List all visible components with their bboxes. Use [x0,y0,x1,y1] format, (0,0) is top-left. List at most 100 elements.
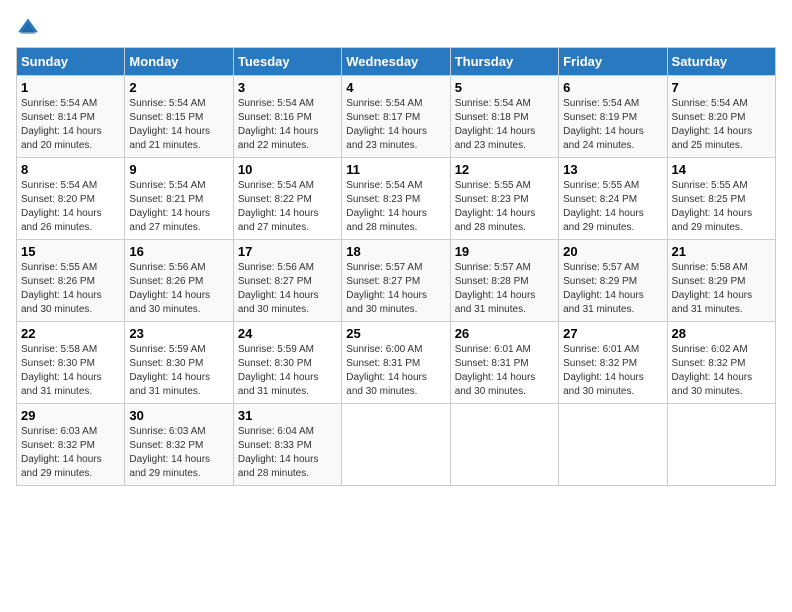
day-detail: Sunrise: 5:54 AMSunset: 8:20 PMDaylight:… [21,179,120,235]
day-cell: 21 Sunrise: 5:58 AMSunset: 8:29 PMDaylig… [667,240,775,322]
week-row-1: 1 Sunrise: 5:54 AMSunset: 8:14 PMDayligh… [17,76,776,158]
day-cell: 17 Sunrise: 5:56 AMSunset: 8:27 PMDaylig… [233,240,341,322]
day-detail: Sunrise: 5:54 AMSunset: 8:14 PMDaylight:… [21,97,120,153]
week-row-4: 22 Sunrise: 5:58 AMSunset: 8:30 PMDaylig… [17,322,776,404]
day-detail: Sunrise: 5:54 AMSunset: 8:21 PMDaylight:… [129,179,228,235]
day-cell: 1 Sunrise: 5:54 AMSunset: 8:14 PMDayligh… [17,76,125,158]
day-cell: 27 Sunrise: 6:01 AMSunset: 8:32 PMDaylig… [559,322,667,404]
day-detail: Sunrise: 6:03 AMSunset: 8:32 PMDaylight:… [21,425,120,481]
day-detail: Sunrise: 5:54 AMSunset: 8:18 PMDaylight:… [455,97,554,153]
day-number: 2 [129,80,228,95]
day-cell: 14 Sunrise: 5:55 AMSunset: 8:25 PMDaylig… [667,158,775,240]
day-detail: Sunrise: 5:57 AMSunset: 8:27 PMDaylight:… [346,261,445,317]
day-cell [342,404,450,486]
day-number: 25 [346,326,445,341]
day-detail: Sunrise: 5:55 AMSunset: 8:24 PMDaylight:… [563,179,662,235]
day-header-monday: Monday [125,48,233,76]
day-cell: 13 Sunrise: 5:55 AMSunset: 8:24 PMDaylig… [559,158,667,240]
day-detail: Sunrise: 5:54 AMSunset: 8:17 PMDaylight:… [346,97,445,153]
day-number: 29 [21,408,120,423]
day-header-tuesday: Tuesday [233,48,341,76]
day-cell: 19 Sunrise: 5:57 AMSunset: 8:28 PMDaylig… [450,240,558,322]
day-cell: 7 Sunrise: 5:54 AMSunset: 8:20 PMDayligh… [667,76,775,158]
day-cell: 10 Sunrise: 5:54 AMSunset: 8:22 PMDaylig… [233,158,341,240]
day-number: 27 [563,326,662,341]
day-cell: 22 Sunrise: 5:58 AMSunset: 8:30 PMDaylig… [17,322,125,404]
day-detail: Sunrise: 5:55 AMSunset: 8:23 PMDaylight:… [455,179,554,235]
day-detail: Sunrise: 6:01 AMSunset: 8:31 PMDaylight:… [455,343,554,399]
day-detail: Sunrise: 5:54 AMSunset: 8:15 PMDaylight:… [129,97,228,153]
day-cell: 12 Sunrise: 5:55 AMSunset: 8:23 PMDaylig… [450,158,558,240]
day-number: 3 [238,80,337,95]
day-number: 13 [563,162,662,177]
day-cell: 8 Sunrise: 5:54 AMSunset: 8:20 PMDayligh… [17,158,125,240]
day-detail: Sunrise: 5:57 AMSunset: 8:28 PMDaylight:… [455,261,554,317]
day-cell: 15 Sunrise: 5:55 AMSunset: 8:26 PMDaylig… [17,240,125,322]
day-cell [559,404,667,486]
day-detail: Sunrise: 5:58 AMSunset: 8:30 PMDaylight:… [21,343,120,399]
day-header-saturday: Saturday [667,48,775,76]
day-cell: 23 Sunrise: 5:59 AMSunset: 8:30 PMDaylig… [125,322,233,404]
day-detail: Sunrise: 5:54 AMSunset: 8:20 PMDaylight:… [672,97,771,153]
day-number: 7 [672,80,771,95]
day-number: 1 [21,80,120,95]
day-cell: 4 Sunrise: 5:54 AMSunset: 8:17 PMDayligh… [342,76,450,158]
day-detail: Sunrise: 5:54 AMSunset: 8:16 PMDaylight:… [238,97,337,153]
header [16,16,776,37]
day-number: 23 [129,326,228,341]
day-cell: 28 Sunrise: 6:02 AMSunset: 8:32 PMDaylig… [667,322,775,404]
day-number: 18 [346,244,445,259]
day-detail: Sunrise: 5:54 AMSunset: 8:22 PMDaylight:… [238,179,337,235]
day-cell: 2 Sunrise: 5:54 AMSunset: 8:15 PMDayligh… [125,76,233,158]
day-number: 14 [672,162,771,177]
day-detail: Sunrise: 5:58 AMSunset: 8:29 PMDaylight:… [672,261,771,317]
day-number: 20 [563,244,662,259]
day-number: 15 [21,244,120,259]
day-header-thursday: Thursday [450,48,558,76]
day-number: 21 [672,244,771,259]
day-number: 30 [129,408,228,423]
day-header-wednesday: Wednesday [342,48,450,76]
day-number: 6 [563,80,662,95]
day-header-friday: Friday [559,48,667,76]
day-cell: 24 Sunrise: 5:59 AMSunset: 8:30 PMDaylig… [233,322,341,404]
day-number: 8 [21,162,120,177]
day-cell: 6 Sunrise: 5:54 AMSunset: 8:19 PMDayligh… [559,76,667,158]
day-cell: 29 Sunrise: 6:03 AMSunset: 8:32 PMDaylig… [17,404,125,486]
day-number: 28 [672,326,771,341]
day-cell: 18 Sunrise: 5:57 AMSunset: 8:27 PMDaylig… [342,240,450,322]
day-number: 26 [455,326,554,341]
day-number: 4 [346,80,445,95]
week-row-2: 8 Sunrise: 5:54 AMSunset: 8:20 PMDayligh… [17,158,776,240]
day-number: 12 [455,162,554,177]
day-detail: Sunrise: 6:01 AMSunset: 8:32 PMDaylight:… [563,343,662,399]
day-number: 17 [238,244,337,259]
day-detail: Sunrise: 5:54 AMSunset: 8:19 PMDaylight:… [563,97,662,153]
day-detail: Sunrise: 5:59 AMSunset: 8:30 PMDaylight:… [238,343,337,399]
day-cell: 16 Sunrise: 5:56 AMSunset: 8:26 PMDaylig… [125,240,233,322]
day-detail: Sunrise: 6:03 AMSunset: 8:32 PMDaylight:… [129,425,228,481]
day-cell [450,404,558,486]
day-number: 5 [455,80,554,95]
week-row-5: 29 Sunrise: 6:03 AMSunset: 8:32 PMDaylig… [17,404,776,486]
day-header-sunday: Sunday [17,48,125,76]
day-cell: 5 Sunrise: 5:54 AMSunset: 8:18 PMDayligh… [450,76,558,158]
day-detail: Sunrise: 6:04 AMSunset: 8:33 PMDaylight:… [238,425,337,481]
day-detail: Sunrise: 6:00 AMSunset: 8:31 PMDaylight:… [346,343,445,399]
day-detail: Sunrise: 5:55 AMSunset: 8:25 PMDaylight:… [672,179,771,235]
logo-icon [16,17,40,37]
day-cell: 26 Sunrise: 6:01 AMSunset: 8:31 PMDaylig… [450,322,558,404]
day-cell [667,404,775,486]
day-detail: Sunrise: 5:54 AMSunset: 8:23 PMDaylight:… [346,179,445,235]
day-cell: 9 Sunrise: 5:54 AMSunset: 8:21 PMDayligh… [125,158,233,240]
day-cell: 3 Sunrise: 5:54 AMSunset: 8:16 PMDayligh… [233,76,341,158]
day-detail: Sunrise: 5:59 AMSunset: 8:30 PMDaylight:… [129,343,228,399]
day-number: 16 [129,244,228,259]
day-detail: Sunrise: 5:56 AMSunset: 8:26 PMDaylight:… [129,261,228,317]
day-cell: 25 Sunrise: 6:00 AMSunset: 8:31 PMDaylig… [342,322,450,404]
day-number: 10 [238,162,337,177]
day-detail: Sunrise: 5:56 AMSunset: 8:27 PMDaylight:… [238,261,337,317]
day-cell: 11 Sunrise: 5:54 AMSunset: 8:23 PMDaylig… [342,158,450,240]
day-number: 22 [21,326,120,341]
day-detail: Sunrise: 5:57 AMSunset: 8:29 PMDaylight:… [563,261,662,317]
